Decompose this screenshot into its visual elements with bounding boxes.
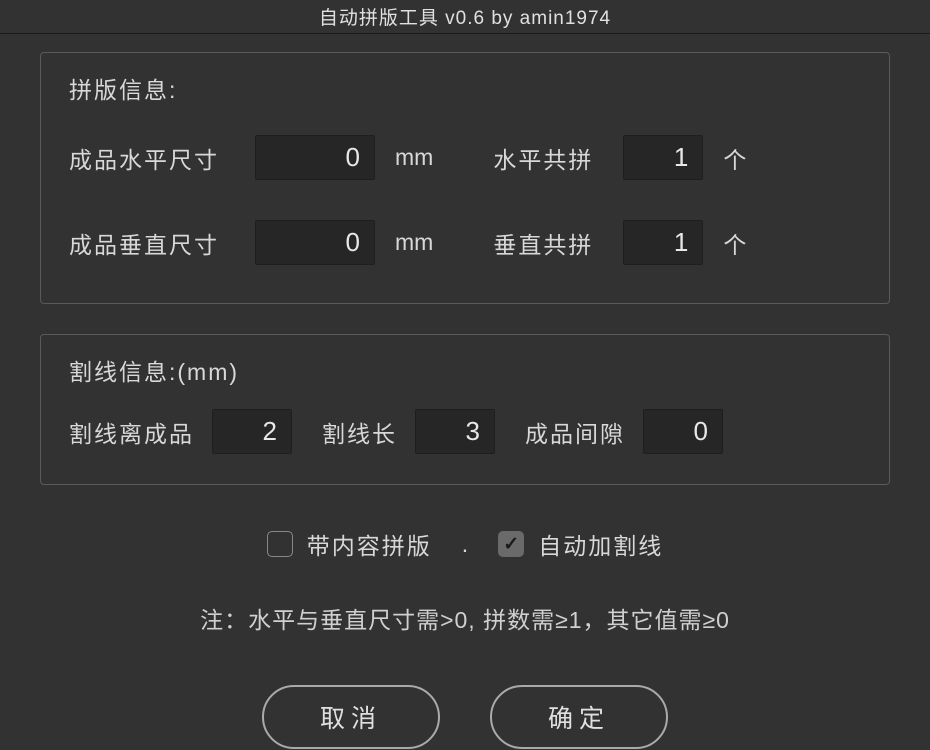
horiz-count-unit: 个 xyxy=(723,141,746,175)
vert-size-input[interactable] xyxy=(255,220,375,265)
horiz-row: 成品水平尺寸 mm 水平共拼 个 xyxy=(69,135,861,180)
options-separator: . xyxy=(462,531,468,558)
checkbox-icon xyxy=(267,531,293,557)
auto-cutline-checkbox[interactable]: 自动加割线 xyxy=(498,527,663,561)
layout-info-group: 拼版信息: 成品水平尺寸 mm 水平共拼 个 成品垂直尺寸 mm 垂直共拼 个 xyxy=(40,52,890,304)
vert-count-input[interactable] xyxy=(623,220,703,265)
product-gap-input[interactable] xyxy=(643,409,723,454)
layout-info-title: 拼版信息: xyxy=(69,71,861,105)
cancel-button[interactable]: 取消 xyxy=(262,685,440,749)
cutline-offset-label: 割线离成品 xyxy=(69,415,194,449)
vert-size-label: 成品垂直尺寸 xyxy=(69,226,219,260)
cutline-info-group: 割线信息:(mm) 割线离成品 割线长 成品间隙 xyxy=(40,334,890,485)
cutline-info-title: 割线信息:(mm) xyxy=(69,353,861,387)
cutline-length-input[interactable] xyxy=(415,409,495,454)
horiz-count-label: 水平共拼 xyxy=(493,141,593,175)
cutline-length-label: 割线长 xyxy=(322,415,397,449)
cutline-offset-input[interactable] xyxy=(212,409,292,454)
validation-note: 注：水平与垂直尺寸需>0, 拼数需≥1，其它值需≥0 xyxy=(40,601,890,635)
window-titlebar: 自动拼版工具 v0.6 by amin1974 xyxy=(0,0,930,34)
horiz-size-input[interactable] xyxy=(255,135,375,180)
auto-cutline-label: 自动加割线 xyxy=(538,527,663,561)
with-content-checkbox[interactable]: 带内容拼版 xyxy=(267,527,432,561)
vert-row: 成品垂直尺寸 mm 垂直共拼 个 xyxy=(69,220,861,265)
ok-button[interactable]: 确定 xyxy=(490,685,668,749)
vert-count-unit: 个 xyxy=(723,226,746,260)
cutline-row: 割线离成品 割线长 成品间隙 xyxy=(69,409,861,454)
horiz-size-unit: mm xyxy=(395,144,433,171)
checkbox-icon xyxy=(498,531,524,557)
product-gap-label: 成品间隙 xyxy=(525,415,625,449)
with-content-label: 带内容拼版 xyxy=(307,527,432,561)
options-row: 带内容拼版 . 自动加割线 xyxy=(40,527,890,561)
vert-count-label: 垂直共拼 xyxy=(493,226,593,260)
button-row: 取消 确定 xyxy=(40,685,890,749)
dialog-content: 拼版信息: 成品水平尺寸 mm 水平共拼 个 成品垂直尺寸 mm 垂直共拼 个 … xyxy=(0,34,930,749)
vert-size-unit: mm xyxy=(395,229,433,256)
horiz-count-input[interactable] xyxy=(623,135,703,180)
horiz-size-label: 成品水平尺寸 xyxy=(69,141,219,175)
window-title: 自动拼版工具 v0.6 by amin1974 xyxy=(319,3,611,30)
